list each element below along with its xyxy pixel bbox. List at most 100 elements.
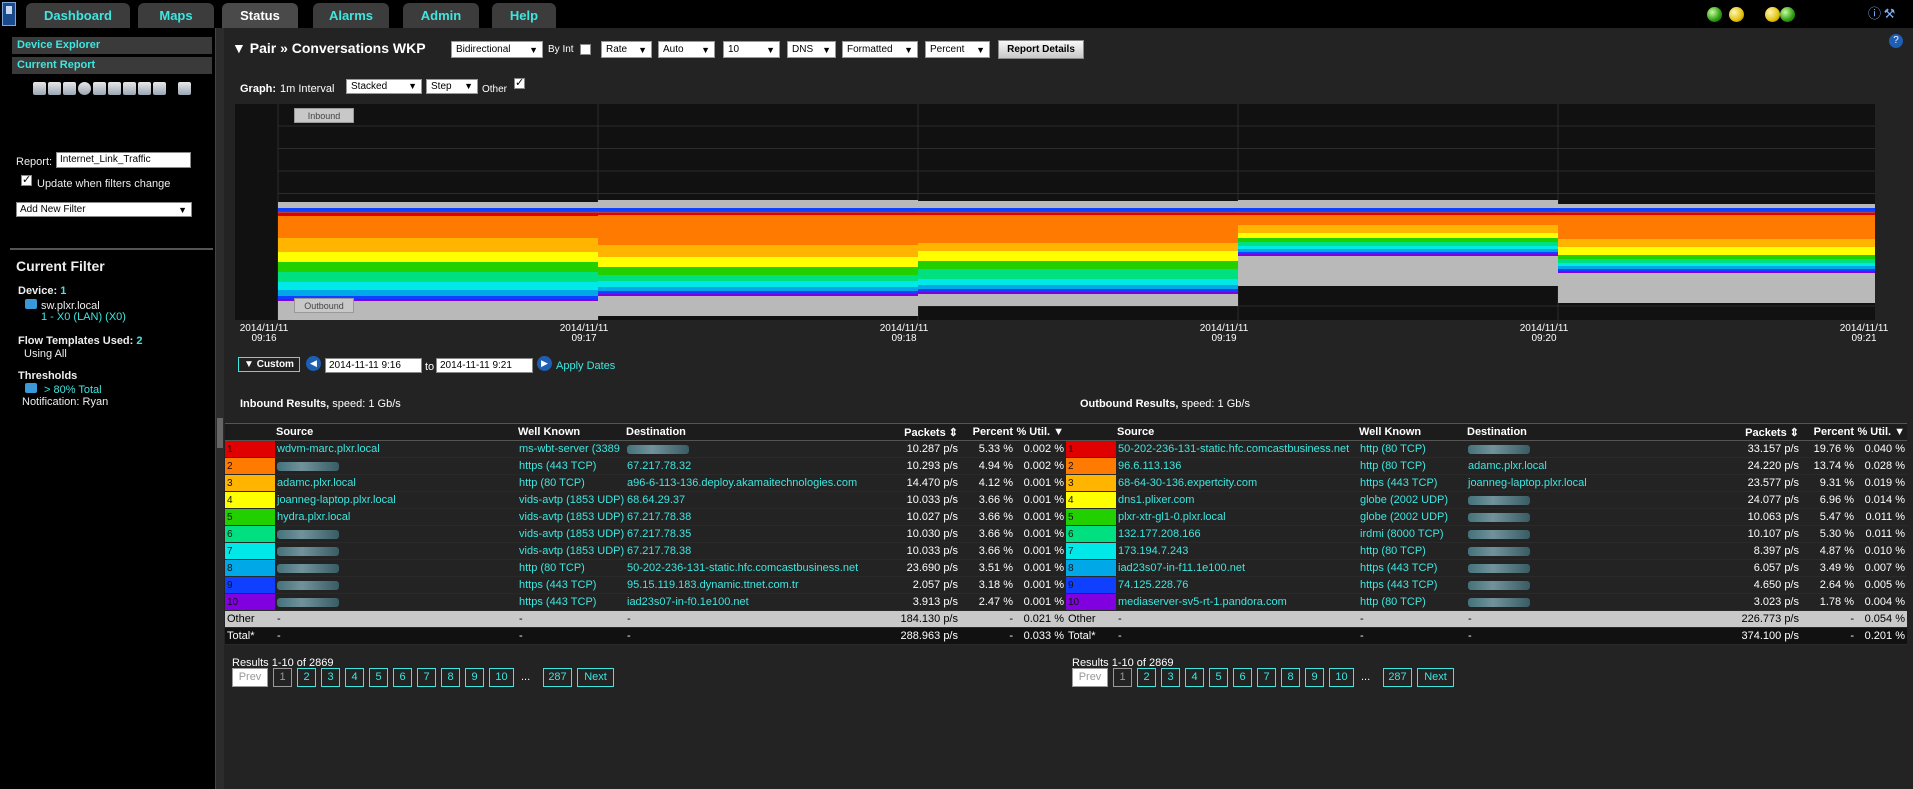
table-row[interactable]: 8 iad23s07-in-f11.1e100.net https (443 TCP… <box>1066 559 1907 577</box>
page-button[interactable]: 3 <box>1161 668 1180 687</box>
report-title[interactable]: ▼ Pair » Conversations WKP <box>232 40 426 56</box>
next-arrow-icon[interactable]: ▶ <box>537 356 552 371</box>
column-header[interactable]: Destination <box>625 423 880 441</box>
page-button[interactable]: 5 <box>1209 668 1228 687</box>
source-cell[interactable]: joanneg-laptop.plxr.local <box>275 491 517 509</box>
table-row[interactable]: 1 50-202-236-131-static.hfc.comcastbusine… <box>1066 440 1907 458</box>
well-known-cell[interactable]: http (80 TCP) <box>1358 457 1466 475</box>
well-known-cell[interactable]: https (443 TCP) <box>517 576 625 594</box>
report-details-button[interactable]: Report Details <box>998 40 1084 59</box>
save-icon[interactable] <box>48 82 61 95</box>
csv-icon[interactable] <box>138 82 151 95</box>
source-cell[interactable]: hydra.plxr.local <box>275 508 517 526</box>
clock-icon[interactable] <box>78 82 91 95</box>
source-cell[interactable]: 132.177.208.166 <box>1116 525 1358 543</box>
source-cell[interactable]: dns1.plixer.com <box>1116 491 1358 509</box>
destination-cell[interactable]: 67.217.78.38 <box>625 508 880 526</box>
page-button[interactable]: 9 <box>1305 668 1324 687</box>
destination-cell[interactable]: iad23s07-in-f0.1e100.net <box>625 593 880 611</box>
well-known-cell[interactable]: http (80 TCP) <box>517 559 625 577</box>
destination-cell[interactable] <box>1466 525 1721 543</box>
pdf-icon[interactable] <box>153 82 166 95</box>
save-as-icon[interactable] <box>63 82 76 95</box>
table-row[interactable]: 2 96.6.113.136 http (80 TCP) adamc.plxr.loc… <box>1066 457 1907 475</box>
page-button[interactable]: 4 <box>1185 668 1204 687</box>
source-cell[interactable] <box>275 576 517 594</box>
auto-select[interactable]: Auto ▼ <box>658 41 715 58</box>
table-row[interactable]: 5 hydra.plxr.local vids-avtp (1853 UDP) 67.… <box>225 508 1066 526</box>
column-header[interactable]: Percent <box>960 423 1015 441</box>
page-button[interactable]: 9 <box>465 668 484 687</box>
page-button[interactable]: 2 <box>297 668 316 687</box>
tab-maps[interactable]: Maps <box>138 3 214 28</box>
prev-page-button[interactable]: Prev <box>1072 668 1108 687</box>
document-icon[interactable] <box>178 82 191 95</box>
table-row[interactable]: 2 https (443 TCP) 67.217.78.32 10.293 p/s 4.… <box>225 457 1066 475</box>
column-header[interactable]: Packets ⇕ <box>1721 423 1801 441</box>
well-known-cell[interactable]: http (80 TCP) <box>1358 542 1466 560</box>
trash-icon[interactable] <box>25 299 37 309</box>
well-known-cell[interactable]: https (443 TCP) <box>1358 474 1466 492</box>
table-row[interactable]: 8 http (80 TCP) 50-202-236-131-static.hfc.… <box>225 559 1066 577</box>
well-known-cell[interactable]: vids-avtp (1853 UDP) <box>517 542 625 560</box>
source-cell[interactable]: 173.194.7.243 <box>1116 542 1358 560</box>
destination-cell[interactable]: 67.217.78.38 <box>625 542 880 560</box>
table-row[interactable]: 4 dns1.plixer.com globe (2002 UDP) 24.077 p… <box>1066 491 1907 509</box>
destination-cell[interactable]: joanneg-laptop.plxr.local <box>1466 474 1721 492</box>
well-known-cell[interactable]: http (80 TCP) <box>1358 593 1466 611</box>
page-button[interactable]: 1 <box>273 668 292 687</box>
column-header[interactable]: Destination <box>1466 423 1721 441</box>
column-header[interactable]: Source <box>275 423 517 441</box>
well-known-cell[interactable]: vids-avtp (1853 UDP) <box>517 508 625 526</box>
source-cell[interactable]: mediaserver-sv5-rt-1.pandora.com <box>1116 593 1358 611</box>
table-row[interactable]: 6 132.177.208.166 irdmi (8000 TCP) 10.107 p… <box>1066 525 1907 543</box>
destination-cell[interactable]: a96-6-113-136.deploy.akamaitechnologies.… <box>625 474 880 492</box>
source-cell[interactable] <box>275 542 517 560</box>
table-row[interactable]: 6 vids-avtp (1853 UDP) 67.217.78.35 10.030 … <box>225 525 1066 543</box>
table-row[interactable]: 7 vids-avtp (1853 UDP) 67.217.78.38 10.033 … <box>225 542 1066 560</box>
update-filters-checkbox[interactable] <box>21 173 32 186</box>
destination-cell[interactable]: 67.217.78.35 <box>625 525 880 543</box>
pencil-icon[interactable] <box>33 82 46 95</box>
date-to-input[interactable]: 2014-11-11 9:21 <box>436 358 533 373</box>
table-row[interactable]: 10 mediaserver-sv5-rt-1.pandora.com http (… <box>1066 593 1907 611</box>
dns-select[interactable]: DNS ▼ <box>787 41 836 58</box>
source-cell[interactable]: 96.6.113.136 <box>1116 457 1358 475</box>
sidebar-splitter[interactable] <box>215 28 224 789</box>
help-icon[interactable]: ? <box>1889 34 1903 48</box>
column-header[interactable]: Packets ⇕ <box>880 423 960 441</box>
tab-dashboard[interactable]: Dashboard <box>26 3 130 28</box>
page-button[interactable]: 287 <box>1383 668 1412 687</box>
source-cell[interactable] <box>275 593 517 611</box>
well-known-cell[interactable]: irdmi (8000 TCP) <box>1358 525 1466 543</box>
page-button[interactable]: 2 <box>1137 668 1156 687</box>
source-cell[interactable]: plxr-xtr-gl1-0.plxr.local <box>1116 508 1358 526</box>
by-int-checkbox[interactable] <box>580 44 591 55</box>
add-filter-select[interactable]: Add New Filter ▼ <box>16 202 192 217</box>
page-button[interactable]: 8 <box>1281 668 1300 687</box>
destination-cell[interactable] <box>1466 491 1721 509</box>
table-row[interactable]: 9 74.125.228.76 https (443 TCP) 4.650 p/s 2.… <box>1066 576 1907 594</box>
next-page-button[interactable]: Next <box>1417 668 1454 687</box>
well-known-cell[interactable]: https (443 TCP) <box>517 593 625 611</box>
prev-page-button[interactable]: Prev <box>232 668 268 687</box>
table-row[interactable]: 9 https (443 TCP) 95.15.119.183.dynamic.tt… <box>225 576 1066 594</box>
count-select[interactable]: 10 ▼ <box>723 41 780 58</box>
direction-select[interactable]: Bidirectional ▼ <box>451 41 543 58</box>
well-known-cell[interactable]: https (443 TCP) <box>517 457 625 475</box>
column-header[interactable]: Well Known <box>1358 423 1466 441</box>
column-header[interactable]: % Util. ▼ <box>1015 423 1066 441</box>
rate-select[interactable]: Rate ▼ <box>601 41 652 58</box>
well-known-cell[interactable]: https (443 TCP) <box>1358 559 1466 577</box>
splitter-grip[interactable] <box>217 418 223 448</box>
table-row[interactable]: 1 wdvm-marc.plxr.local ms-wbt-server (3389… <box>225 440 1066 458</box>
page-button[interactable]: 287 <box>543 668 572 687</box>
page-button[interactable]: 1 <box>1113 668 1132 687</box>
step-select[interactable]: Step ▼ <box>426 79 478 94</box>
report-name-input[interactable]: Internet_Link_Traffic <box>56 152 191 168</box>
destination-cell[interactable] <box>1466 576 1721 594</box>
export-icon[interactable] <box>108 82 121 95</box>
page-button[interactable]: 5 <box>369 668 388 687</box>
prev-arrow-icon[interactable]: ◀ <box>306 356 321 371</box>
tab-status[interactable]: Status <box>222 3 298 28</box>
